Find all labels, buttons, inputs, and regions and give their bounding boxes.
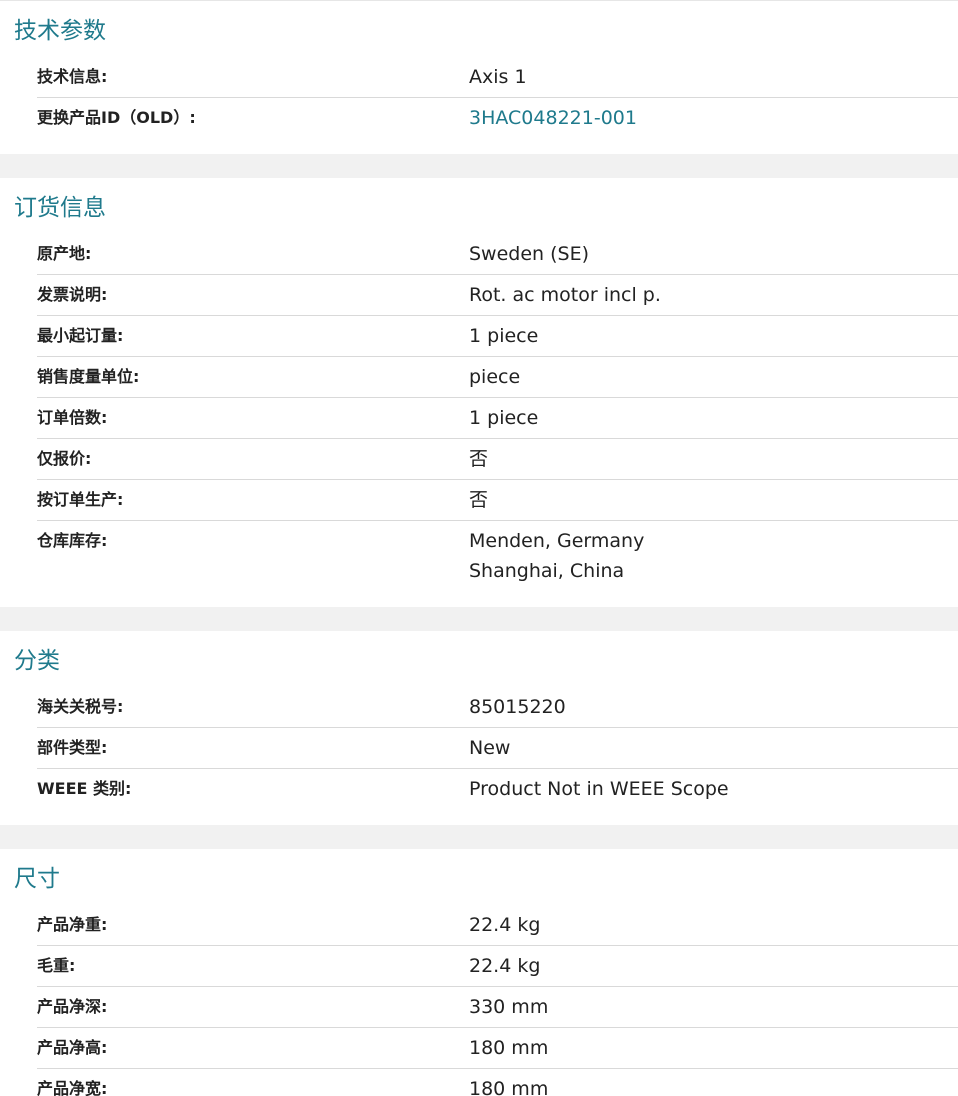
row-label: 发票说明: xyxy=(37,285,108,304)
row-label: 订单倍数: xyxy=(37,408,108,427)
row-label: 海关关税号: xyxy=(37,697,124,716)
spec-row-net-weight: 产品净重: 22.4 kg xyxy=(37,905,958,945)
row-label: 最小起订量: xyxy=(37,326,124,345)
row-value: 22.4 kg xyxy=(469,955,541,977)
row-value: 1 piece xyxy=(469,325,539,347)
section-divider-band xyxy=(0,825,958,849)
row-value: 180 mm xyxy=(469,1037,549,1059)
replacement-id-link[interactable]: 3HAC048221-001 xyxy=(469,107,637,129)
row-label: 部件类型: xyxy=(37,738,108,757)
spec-row-gross-weight: 毛重: 22.4 kg xyxy=(37,945,958,986)
dimensions-section-title: 尺寸 xyxy=(14,866,60,892)
spec-row-min-order: 最小起订量: 1 piece xyxy=(37,315,958,356)
spec-row-tech-info: 技术信息: Axis 1 xyxy=(37,57,958,97)
row-value: 否 xyxy=(469,448,489,470)
row-value: Rot. ac motor incl p. xyxy=(469,284,661,306)
tech-section-title: 技术参数 xyxy=(14,18,106,44)
row-label: 产品净重: xyxy=(37,915,108,934)
spec-row-weee-category: WEEE 类别: Product Not in WEEE Scope xyxy=(37,768,958,809)
row-value: Menden, Germany Shanghai, China xyxy=(469,526,644,586)
spec-row-invoice-description: 发票说明: Rot. ac motor incl p. xyxy=(37,274,958,315)
spec-row-part-type: 部件类型: New xyxy=(37,727,958,768)
spec-row-quote-only: 仅报价: 否 xyxy=(37,438,958,479)
row-value: Sweden (SE) xyxy=(469,243,590,265)
row-value: 330 mm xyxy=(469,996,549,1018)
order-section-title: 订货信息 xyxy=(14,195,106,221)
spec-row-replacement-id: 更换产品ID（OLD）: 3HAC048221-001 xyxy=(37,97,958,138)
spec-row-origin: 原产地: Sweden (SE) xyxy=(37,234,958,274)
row-label: 仅报价: xyxy=(37,449,92,468)
row-value: 否 xyxy=(469,489,489,511)
order-rows: 原产地: Sweden (SE) 发票说明: Rot. ac motor inc… xyxy=(37,234,958,591)
spec-row-warehouse-stock: 仓库库存: Menden, Germany Shanghai, China xyxy=(37,520,958,591)
row-label: 毛重: xyxy=(37,956,76,975)
row-value: New xyxy=(469,737,511,759)
row-label: 仓库库存: xyxy=(37,531,108,550)
warehouse-location: Menden, Germany xyxy=(469,530,645,552)
section-divider-band xyxy=(0,607,958,631)
row-value: 22.4 kg xyxy=(469,914,541,936)
row-value: Product Not in WEEE Scope xyxy=(469,778,729,800)
section-divider-band xyxy=(0,154,958,178)
classification-rows: 海关关税号: 85015220 部件类型: New WEEE 类别: Produ… xyxy=(37,687,958,809)
row-label: 更换产品ID（OLD）: xyxy=(37,108,196,127)
dimensions-rows: 产品净重: 22.4 kg 毛重: 22.4 kg 产品净深: 330 mm 产… xyxy=(37,905,958,1096)
row-label: WEEE 类别: xyxy=(37,779,132,798)
row-label: 按订单生产: xyxy=(37,490,124,509)
row-value: 1 piece xyxy=(469,407,539,429)
spec-row-make-to-order: 按订单生产: 否 xyxy=(37,479,958,520)
row-label: 原产地: xyxy=(37,244,92,263)
row-label: 技术信息: xyxy=(37,67,108,86)
row-label: 产品净高: xyxy=(37,1038,108,1057)
order-section: 订货信息 原产地: Sweden (SE) 发票说明: Rot. ac moto… xyxy=(0,178,958,607)
row-label: 销售度量单位: xyxy=(37,367,140,386)
classification-section: 分类 海关关税号: 85015220 部件类型: New WEEE 类别: Pr… xyxy=(0,631,958,825)
row-value: Axis 1 xyxy=(469,66,527,88)
tech-section: 技术参数 技术信息: Axis 1 更换产品ID（OLD）: 3HAC04822… xyxy=(0,1,958,154)
warehouse-location: Shanghai, China xyxy=(469,560,625,582)
spec-row-sales-uom: 销售度量单位: piece xyxy=(37,356,958,397)
spec-row-net-height: 产品净高: 180 mm xyxy=(37,1027,958,1068)
classification-section-title: 分类 xyxy=(14,648,60,674)
spec-row-net-width: 产品净宽: 180 mm xyxy=(37,1068,958,1096)
row-value: 85015220 xyxy=(469,696,566,718)
row-label: 产品净宽: xyxy=(37,1079,108,1096)
spec-row-order-multiple: 订单倍数: 1 piece xyxy=(37,397,958,438)
spec-row-net-depth: 产品净深: 330 mm xyxy=(37,986,958,1027)
dimensions-section: 尺寸 产品净重: 22.4 kg 毛重: 22.4 kg 产品净深: 330 m… xyxy=(0,849,958,1096)
row-value: piece xyxy=(469,366,521,388)
row-label: 产品净深: xyxy=(37,997,108,1016)
tech-rows: 技术信息: Axis 1 更换产品ID（OLD）: 3HAC048221-001 xyxy=(37,57,958,138)
row-value: 180 mm xyxy=(469,1078,549,1096)
spec-row-customs-tariff: 海关关税号: 85015220 xyxy=(37,687,958,727)
